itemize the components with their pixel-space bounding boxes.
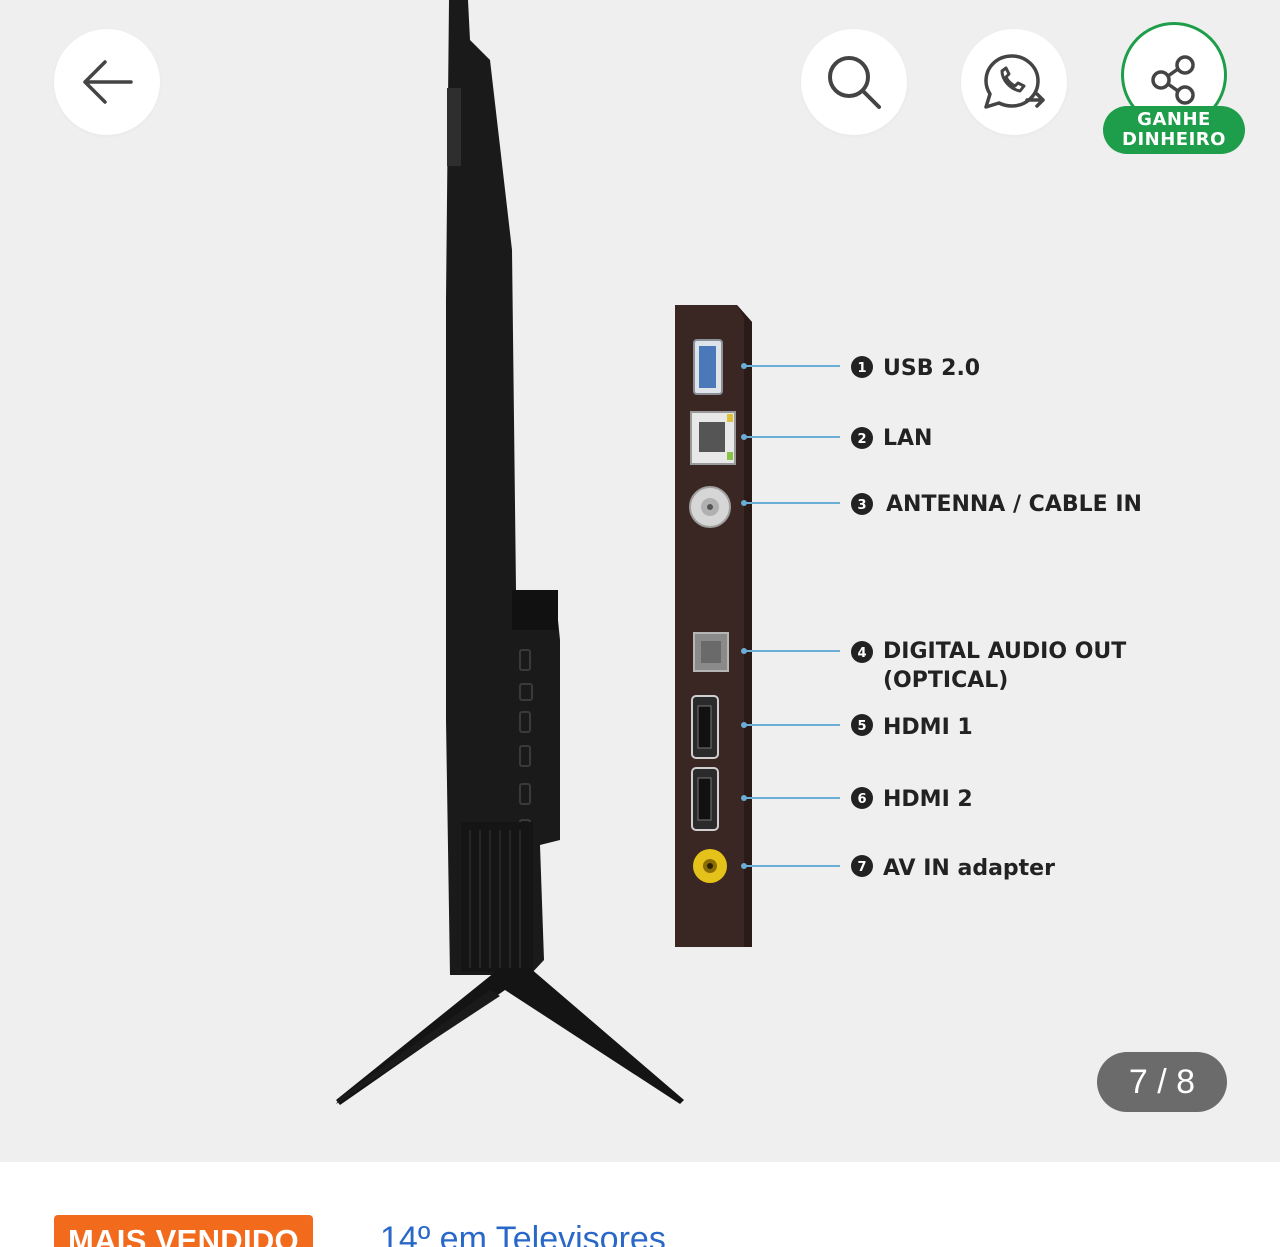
search-icon [828,56,881,109]
port-number: 1 [857,361,866,376]
whatsapp-share-button[interactable] [961,29,1067,135]
port-number: 3 [857,498,866,513]
port-label: AV IN adapter [883,856,1055,881]
earn-money-badge: GANHE DINHEIRO [1103,106,1245,154]
image-counter: 7 / 8 [1097,1052,1227,1112]
arrow-left-icon [83,60,133,104]
callout-lines [742,365,840,867]
port-number: 6 [857,792,866,807]
product-image-gallery[interactable]: 1 USB 2.0 2 LAN 3 ANTENNA / CABLE IN 4 D… [0,0,1280,1162]
best-seller-badge: MAIS VENDIDO [54,1215,313,1247]
port-number: 4 [857,646,866,661]
port-label: ANTENNA / CABLE IN [886,492,1142,517]
port-label: DIGITAL AUDIO OUT [883,639,1126,664]
category-ranking-link[interactable]: 14º em Televisores [380,1220,666,1247]
tv-side-ports-image[interactable]: 1 USB 2.0 2 LAN 3 ANTENNA / CABLE IN 4 D… [0,0,1280,1162]
port-panel [675,305,752,947]
port-number: 2 [857,432,866,447]
earn-badge-line2: DINHEIRO [1122,129,1226,150]
port-label: LAN [883,426,932,451]
tv-side-profile [336,0,684,1105]
earn-badge-line1: GANHE [1137,109,1211,130]
port-number: 5 [857,719,866,734]
port-label: HDMI 2 [883,787,973,812]
port-label: HDMI 1 [883,715,973,740]
port-label-line2: (OPTICAL) [883,668,1008,693]
back-button[interactable] [54,29,160,135]
earn-money-share-button[interactable]: GANHE DINHEIRO [1103,22,1245,156]
search-button[interactable] [801,29,907,135]
product-info: MAIS VENDIDO 14º em Televisores [0,1162,1280,1247]
port-label: USB 2.0 [883,356,980,381]
whatsapp-share-icon [984,54,1045,109]
port-number: 7 [857,860,866,875]
share-icon [1151,55,1195,105]
